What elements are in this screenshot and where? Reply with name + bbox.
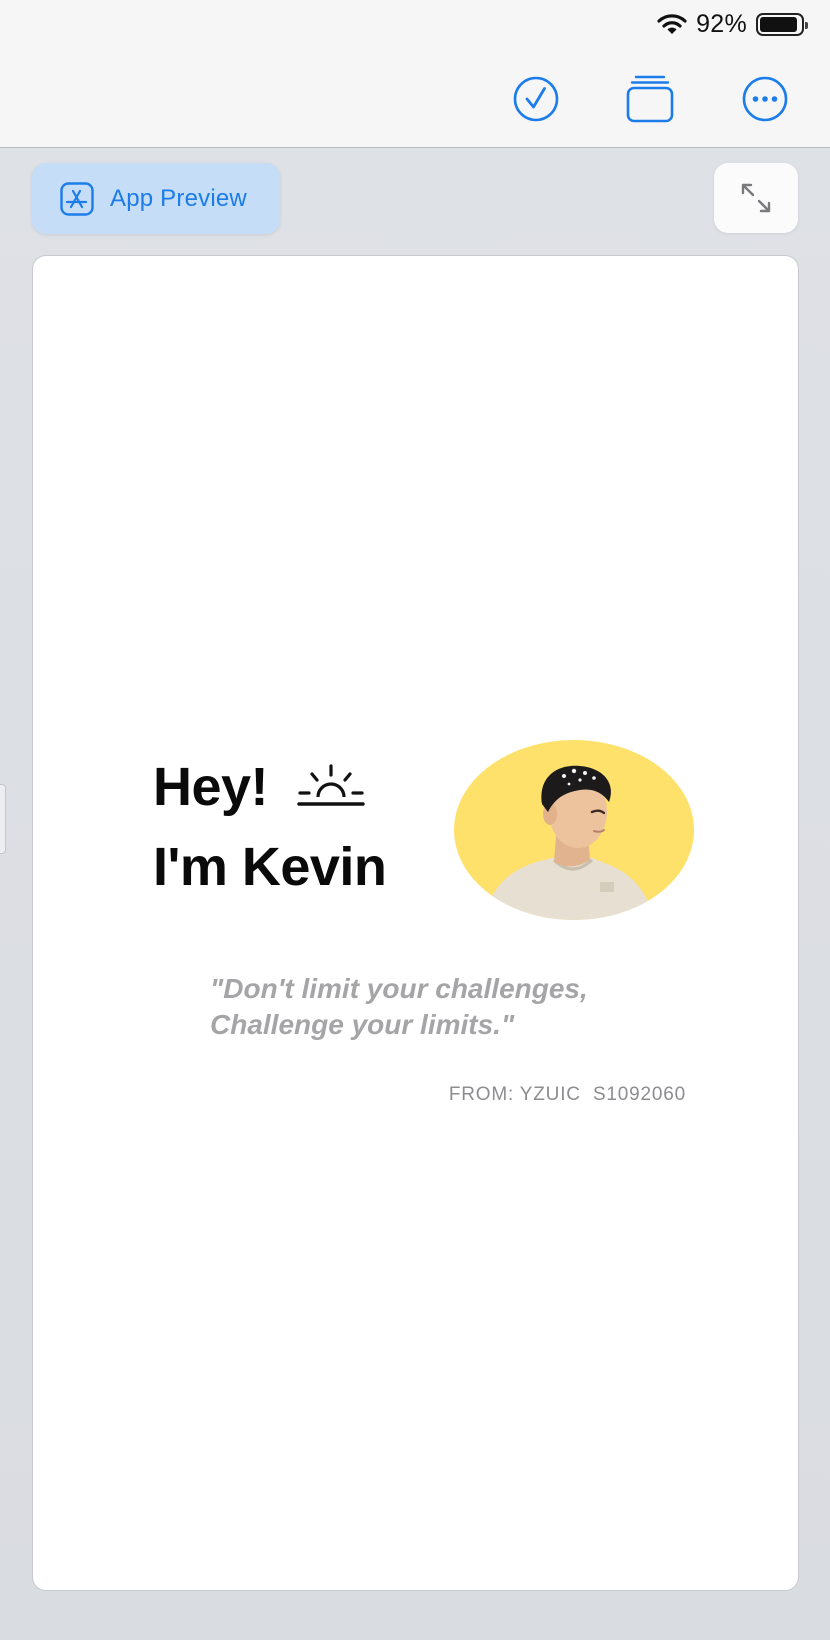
done-button[interactable] — [511, 74, 561, 124]
battery-icon — [756, 12, 808, 36]
wifi-icon — [657, 14, 687, 34]
avatar — [454, 740, 694, 920]
greeting-line-1: Hey! — [153, 757, 269, 817]
app-preview-card: Hey! I'm Kevin "Don't limit your challen… — [32, 255, 799, 1591]
expand-button[interactable] — [714, 163, 798, 233]
quote-attribution: FROM: YZUIC S1092060 — [448, 1084, 686, 1105]
app-preview-label: App Preview — [110, 184, 247, 212]
pages-button[interactable] — [625, 74, 675, 124]
more-icon — [742, 76, 788, 122]
quote-line-2: Challenge your limits." — [210, 1009, 515, 1040]
sunrise-icon — [297, 764, 365, 806]
quote-text: "Don't limit your challenges, Challenge … — [210, 971, 690, 1043]
battery-percentage: 92% — [696, 9, 747, 38]
layers-icon — [626, 75, 674, 123]
top-toolbar: 92% — [0, 0, 830, 148]
more-button[interactable] — [740, 74, 790, 124]
app-store-icon — [60, 181, 94, 216]
greeting-line-2: I'm Kevin — [153, 837, 387, 897]
app-window: 92% App Preview Hey! I'm Kevin "Don't li… — [0, 0, 830, 1640]
quote-line-1: "Don't limit your challenges, — [210, 973, 588, 1004]
status-bar: 92% — [657, 8, 808, 40]
checkmark-circle-icon — [513, 76, 559, 122]
profile-photo — [484, 765, 654, 920]
expand-arrows-icon — [741, 183, 771, 213]
app-preview-button[interactable]: App Preview — [32, 163, 280, 234]
sidebar-handle[interactable] — [0, 784, 6, 854]
preview-area: App Preview Hey! I'm Kevin "Don't limit … — [0, 149, 830, 1640]
